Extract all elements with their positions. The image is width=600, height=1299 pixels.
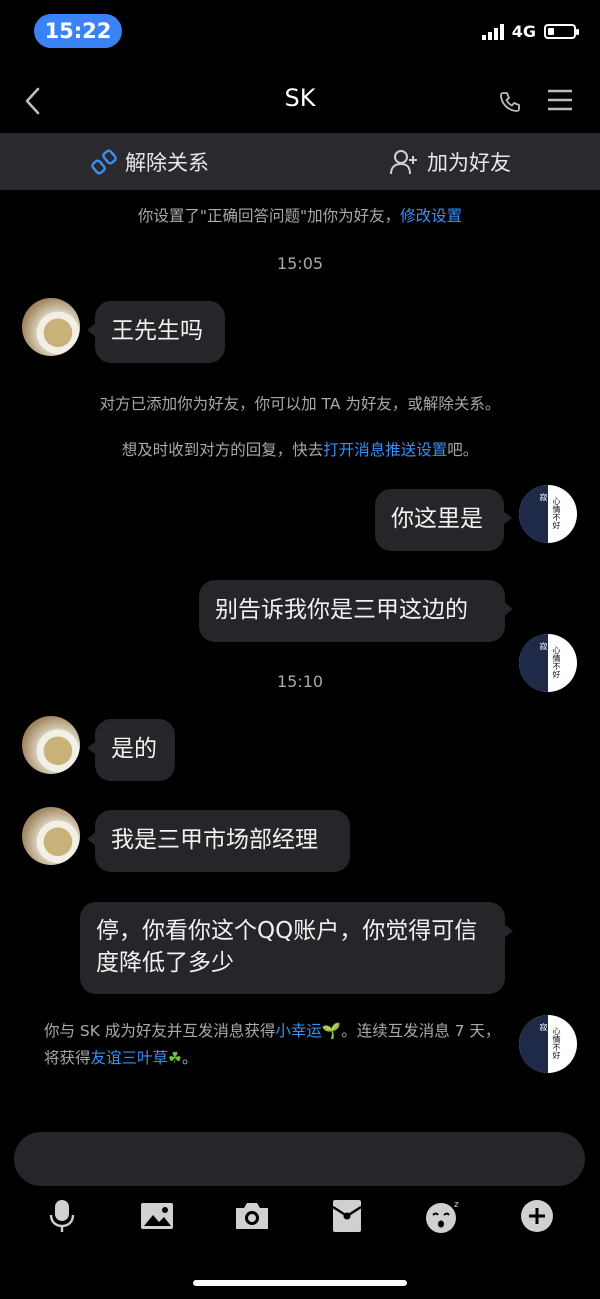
lucky-link[interactable]: 小幸运 xyxy=(275,1022,322,1040)
svg-text:z: z xyxy=(454,1200,459,1210)
add-friend-icon xyxy=(390,149,417,174)
signal-icon xyxy=(481,23,504,40)
push-settings-notice: 想及时收到对方的回复，快去打开消息推送设置吧。 xyxy=(121,441,479,459)
emoji-icon: z xyxy=(426,1200,459,1233)
timestamp: 15:05 xyxy=(276,254,324,273)
message-bubble[interactable]: 别告诉我你是三甲这边的 xyxy=(199,580,513,642)
contact-avatar[interactable] xyxy=(22,716,80,774)
image-icon xyxy=(141,1203,173,1229)
input-toolbar: z xyxy=(0,1196,600,1240)
friend-added-notice: 对方已添加你为好友，你可以加 TA 为好友，或解除关系。 xyxy=(99,395,501,413)
message-bubble[interactable]: 停，你看你这个QQ账户，你觉得可信度降低了多少 xyxy=(80,902,513,994)
unlink-label: 解除关系 xyxy=(125,150,209,175)
my-avatar[interactable]: 寂 心情不好 xyxy=(519,485,577,543)
unlink-icon xyxy=(91,149,117,174)
push-settings-link[interactable]: 打开消息推送设置 xyxy=(323,441,447,459)
image-button[interactable] xyxy=(137,1196,177,1236)
message-bubble[interactable]: 是的 xyxy=(87,719,175,781)
menu-icon[interactable] xyxy=(547,89,573,111)
add-friend-button[interactable]: 加为好友 xyxy=(300,133,600,190)
status-indicators: 4G xyxy=(481,22,579,41)
camera-icon xyxy=(236,1203,268,1229)
contact-avatar[interactable] xyxy=(22,298,80,356)
emoji-button[interactable]: z xyxy=(423,1196,463,1236)
red-packet-icon xyxy=(332,1200,362,1232)
relation-action-bar: 解除关系 加为好友 xyxy=(0,133,600,190)
unlink-button[interactable]: 解除关系 xyxy=(0,133,300,190)
sprout-icon: 🌱 xyxy=(321,1022,342,1040)
message-input[interactable] xyxy=(14,1132,585,1186)
message-bubble[interactable]: 我是三甲市场部经理 xyxy=(87,810,350,872)
message-bubble[interactable]: 王先生吗 xyxy=(87,301,225,363)
add-friend-label: 加为好友 xyxy=(427,150,511,175)
message-bubble[interactable]: 你这里是 xyxy=(375,489,512,551)
battery-icon xyxy=(544,24,579,39)
red-packet-button[interactable] xyxy=(327,1196,367,1236)
friendship-reward-notice: 你与 SK 成为好友并互发消息获得小幸运🌱。连续互发消息 7 天， 将获得友谊三… xyxy=(44,1022,501,1067)
timestamp: 15:10 xyxy=(276,672,324,691)
plus-button[interactable] xyxy=(517,1196,557,1236)
clover-icon: ☘ xyxy=(168,1049,182,1067)
plus-icon xyxy=(521,1200,553,1232)
mic-icon xyxy=(49,1200,75,1232)
status-time: 15:22 xyxy=(34,14,122,48)
clover-link[interactable]: 友谊三叶草 xyxy=(91,1049,169,1067)
network-type: 4G xyxy=(511,22,536,41)
phone-icon[interactable] xyxy=(498,90,522,114)
modify-settings-link[interactable]: 修改设置 xyxy=(400,207,462,225)
home-indicator[interactable] xyxy=(193,1280,407,1286)
mic-button[interactable] xyxy=(42,1196,82,1236)
contact-avatar[interactable] xyxy=(22,807,80,865)
camera-button[interactable] xyxy=(232,1196,272,1236)
privacy-notice: 你设置了"正确回答问题"加你为好友，修改设置 xyxy=(137,207,463,225)
